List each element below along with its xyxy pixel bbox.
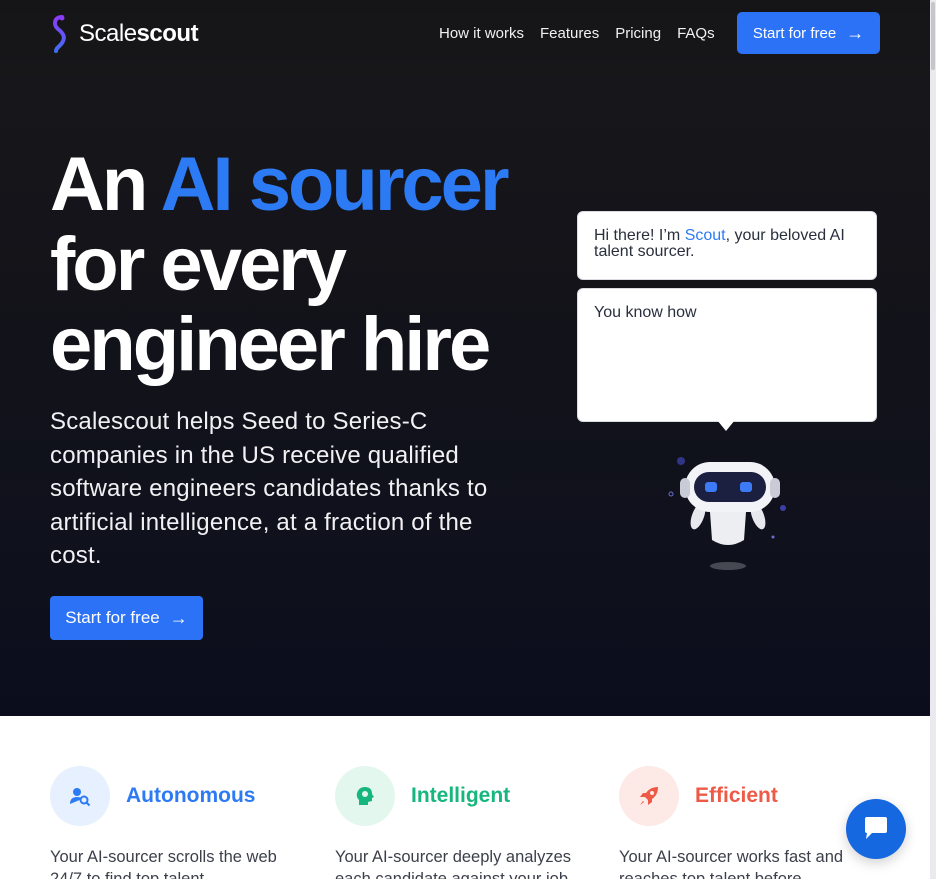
nav-link-features[interactable]: Features [540,24,599,44]
chat-launcher-button[interactable] [846,799,906,859]
user-search-icon [50,766,110,826]
arrow-right-icon: → [846,23,865,43]
typing-text: You know how [594,304,697,321]
hero-section: Scalescout How it works Features Pricing… [0,0,930,716]
scrollbar-thumb[interactable] [931,2,935,70]
hero-start-free-button[interactable]: Start for free → [50,596,203,640]
robot-mascot-icon [668,457,786,570]
brand-name-light: Scale [79,20,137,47]
feature-description: Your AI-sourcer works fast and reaches t… [619,848,844,879]
feature-description: Your AI-sourcer scrolls the web 24/7 to … [50,848,277,879]
features-section: Autonomous Your AI-sourcer scrolls the w… [0,716,930,879]
nav-start-free-button[interactable]: Start for free → [737,12,880,54]
hero-subheading: Scalescout helps Seed to Series-C compan… [50,408,488,570]
feature-title: Efficient [695,784,778,807]
nav-link-pricing[interactable]: Pricing [615,24,661,44]
chat-bubble-greeting: Hi there! I’m Scout, your beloved AI tal… [577,211,877,280]
headline-part-1: An [50,142,161,227]
brand-name-bold: scout [136,20,199,47]
chat-bubble-icon [865,817,887,839]
hero-cta-label: Start for free [65,608,160,627]
feature-title: Intelligent [411,784,511,807]
greeting-scout-name: Scout [684,227,726,244]
hero-headline: An AI sourcer for every engineer hire [50,145,550,385]
headline-accent: AI sourcer [160,142,510,227]
navbar: Scalescout How it works Features Pricing… [0,0,930,76]
logo[interactable]: Scalescout [50,14,199,54]
greeting-text-start: Hi there! I’m [594,227,685,244]
arrow-right-icon: → [169,608,188,628]
chat-bubble-tail [717,420,735,431]
feature-title: Autonomous [126,784,256,807]
nav-links: How it works Features Pricing FAQs [439,24,715,44]
brain-head-icon [335,766,395,826]
page-scrollbar[interactable] [930,0,936,879]
logo-mark-icon [52,15,66,53]
headline-part-2: for every [50,222,347,307]
nav-link-how-it-works[interactable]: How it works [439,24,524,44]
rocket-icon [619,766,679,826]
nav-link-faqs[interactable]: FAQs [677,24,715,44]
nav-cta-label: Start for free [752,24,837,42]
chat-bubble-typing: You know how [577,288,877,422]
headline-part-3: engineer hire [50,302,491,387]
feature-description: Your AI-sourcer deeply analyzes each can… [335,848,582,879]
